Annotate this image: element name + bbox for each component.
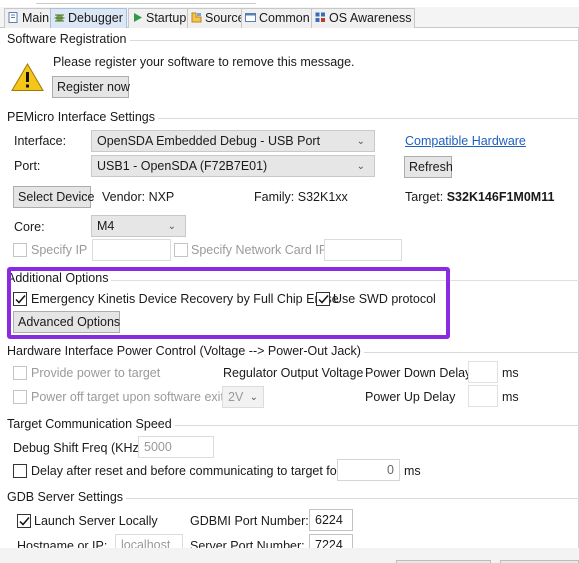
software-registration-group [7,40,579,110]
chevron-down-icon: ⌄ [167,221,176,232]
tab-startup-label: Startup [146,11,187,25]
power-down-unit: ms [502,366,519,380]
pemicro-interface-title: PEMicro Interface Settings [7,110,158,124]
gdbmi-port-label: GDBMI Port Number: [190,514,309,528]
core-select-value: M4 [97,219,115,233]
additional-options-highlight [7,267,450,339]
interface-select[interactable]: OpenSDA Embedded Debug - USB Port ⌄ [91,130,375,152]
chevron-down-icon: ⌄ [249,392,258,403]
tab-common[interactable]: Common [241,8,314,28]
target-text: Target: S32K146F1M0M11 [405,190,554,204]
software-registration-title: Software Registration [7,32,130,46]
select-device-button[interactable]: Select Device [13,186,94,208]
dialog-bottom-strip [0,548,579,563]
delay-after-reset-field[interactable]: 0 [337,459,400,481]
clipped-tab-row [36,0,256,4]
tab-os-awareness[interactable]: OS Awareness [311,8,416,28]
common-tab-icon [245,13,256,22]
power-off-checkbox[interactable] [13,390,27,404]
tab-debugger-label: Debugger [68,11,123,25]
launch-server-locally-checkbox[interactable] [17,514,31,528]
tab-common-label: Common [259,11,310,25]
gdbmi-port-field[interactable]: 6224 [309,509,353,531]
main-tab-icon [8,12,18,23]
compatible-hardware-link[interactable]: Compatible Hardware [405,134,526,148]
chevron-down-icon: ⌄ [356,136,365,147]
debug-shift-freq-label: Debug Shift Freq (KHz) [13,441,143,455]
specify-network-card-ip-label: Specify Network Card IP [191,243,328,257]
regulator-output-voltage-label: Regulator Output Voltage [223,366,364,380]
specify-network-card-ip-field[interactable] [324,239,402,261]
port-select-value: USB1 - OpenSDA (F72B7E01) [97,159,268,173]
register-now-button[interactable]: Register now [52,76,130,98]
startup-tab-icon [134,13,142,22]
specify-network-card-ip-checkbox[interactable] [174,243,188,257]
source-tab-icon [191,12,202,23]
specify-ip-field[interactable] [92,239,171,261]
tab-source-label: Source [205,11,245,25]
warning-icon [11,63,44,91]
power-down-delay-field[interactable] [468,361,498,383]
delay-after-reset-label: Delay after reset and before communicati… [31,464,341,478]
refresh-button[interactable]: Refresh [404,156,453,178]
debugger-tab-icon [54,14,65,22]
communication-speed-title: Target Communication Speed [7,417,175,431]
os-awareness-tab-icon [315,12,325,22]
tab-source[interactable]: Source [187,8,249,28]
tab-main-label: Main [22,11,50,25]
tab-main[interactable]: Main [4,8,54,28]
power-up-delay-field[interactable] [468,385,498,407]
power-control-title: Hardware Interface Power Control (Voltag… [7,344,364,358]
core-label: Core: [14,220,45,234]
power-up-unit: ms [502,390,519,404]
specify-ip-label: Specify IP [31,243,88,257]
specify-ip-checkbox[interactable] [13,243,27,257]
port-select[interactable]: USB1 - OpenSDA (F72B7E01) ⌄ [91,155,375,177]
gdb-server-title: GDB Server Settings [7,490,127,504]
tab-os-awareness-label: OS Awareness [329,11,412,25]
target-value: S32K146F1M0M11 [446,190,555,204]
provide-power-checkbox[interactable] [13,366,27,380]
power-down-delay-label: Power Down Delay [365,366,472,380]
launch-config-tabbar: Main Debugger Startup Source Common OS A… [0,7,579,29]
voltage-select[interactable]: 2V ⌄ [222,386,264,408]
target-label: Target: [405,190,444,204]
launch-server-locally-label: Launch Server Locally [34,514,158,528]
tab-startup[interactable]: Startup [128,8,191,28]
chevron-down-icon: ⌄ [356,161,365,172]
vendor-text: Vendor: NXP [102,190,175,204]
power-off-label: Power off target upon software exit [31,390,224,404]
interface-label: Interface: [14,134,67,148]
checkmark-icon [19,517,30,526]
top-strip [0,0,579,7]
interface-select-value: OpenSDA Embedded Debug - USB Port [97,134,321,148]
core-select[interactable]: M4 ⌄ [91,215,186,237]
voltage-select-value: 2V [228,390,244,404]
family-text: Family: S32K1xx [254,190,348,204]
power-up-delay-label: Power Up Delay [365,390,456,404]
provide-power-label: Provide power to target [31,366,161,380]
registration-message: Please register your software to remove … [53,55,355,69]
delay-after-reset-checkbox[interactable] [13,464,27,478]
debug-shift-freq-field[interactable]: 5000 [138,436,214,458]
tab-debugger[interactable]: Debugger [50,8,127,29]
port-label: Port: [14,159,41,173]
delay-after-reset-unit: ms [404,464,421,478]
